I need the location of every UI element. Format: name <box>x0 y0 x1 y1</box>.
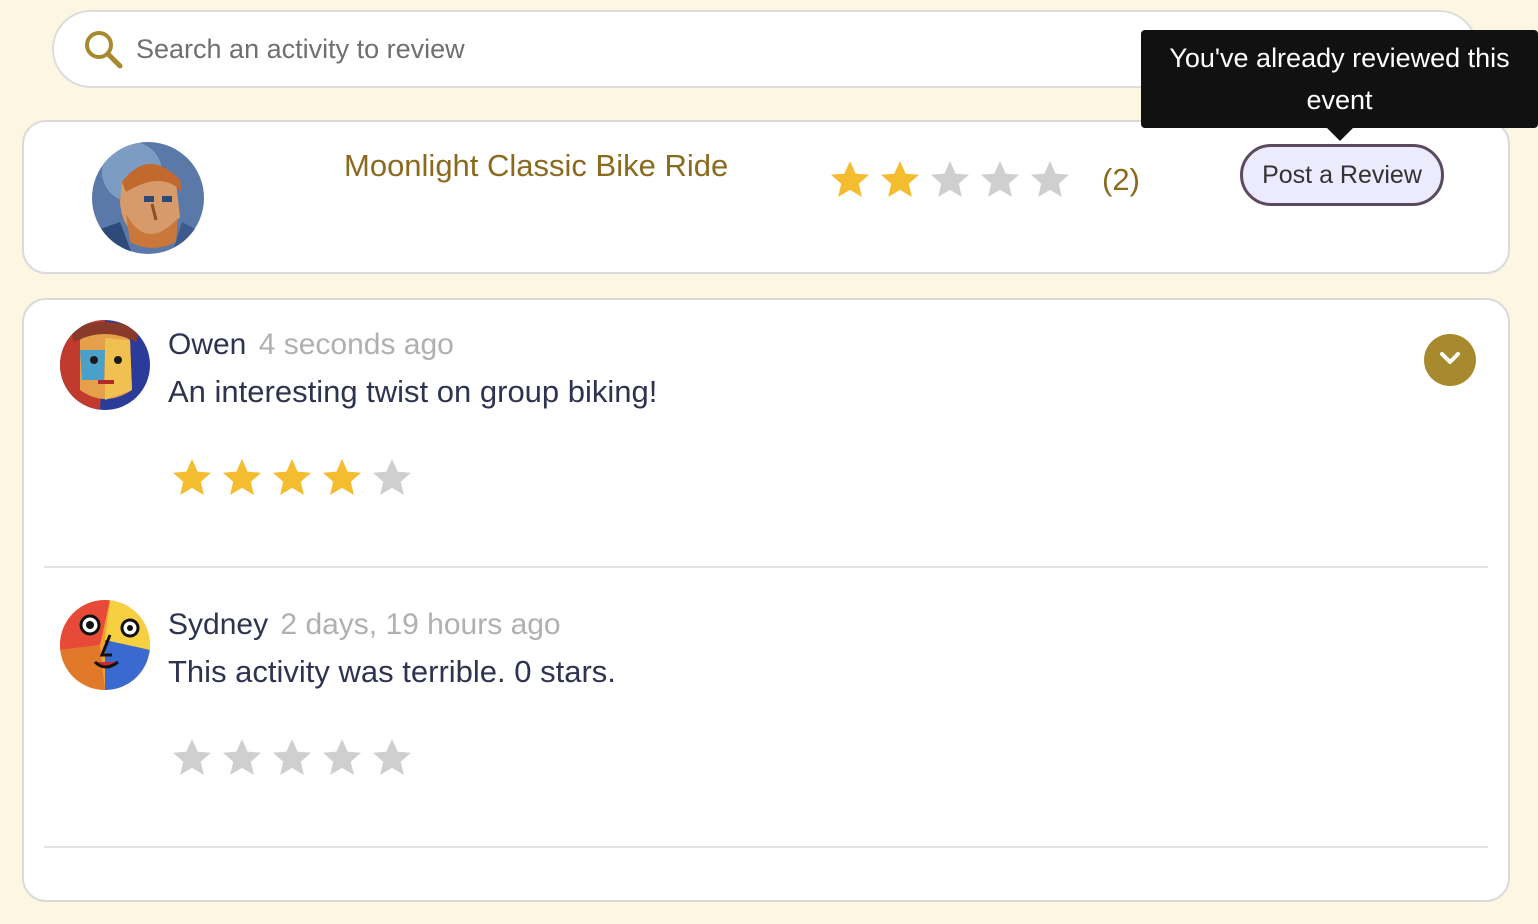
star-filled-icon <box>831 161 869 197</box>
star-filled-icon <box>323 459 361 495</box>
star-filled-icon <box>223 459 261 495</box>
review-rating-stars <box>170 736 414 780</box>
reviewer-name: Owen <box>168 328 247 361</box>
star-empty-icon <box>173 739 211 775</box>
star-empty-icon <box>223 739 261 775</box>
review-divider <box>44 846 1488 848</box>
review-count: (2) <box>1102 162 1140 197</box>
review-timestamp: 2 days, 19 hours ago <box>280 608 561 641</box>
review-item: Sydney 2 days, 19 hours ago This activit… <box>24 580 1508 848</box>
post-review-button[interactable]: Post a Review <box>1240 144 1444 206</box>
star-empty-icon <box>981 161 1019 197</box>
star-empty-icon <box>323 739 361 775</box>
star-filled-icon <box>173 459 211 495</box>
star-empty-icon <box>1031 161 1069 197</box>
reviews-list: Owen 4 seconds ago An interesting twist … <box>22 298 1510 902</box>
activity-card: Moonlight Classic Bike Ride (2) Post a R… <box>22 120 1510 274</box>
star-filled-icon <box>881 161 919 197</box>
reviewer-name: Sydney <box>168 608 269 641</box>
search-input[interactable] <box>136 33 1036 65</box>
review-timestamp: 4 seconds ago <box>258 328 454 361</box>
chevron-down-icon <box>1437 345 1463 376</box>
star-filled-icon <box>273 459 311 495</box>
cubist-face-avatar <box>60 320 150 410</box>
star-empty-icon <box>373 739 411 775</box>
star-empty-icon <box>373 459 411 495</box>
star-empty-icon <box>273 739 311 775</box>
review-text: An interesting twist on group biking! <box>168 374 658 409</box>
activity-rating-stars <box>828 158 1072 202</box>
review-item: Owen 4 seconds ago An interesting twist … <box>24 300 1508 568</box>
review-text: This activity was terrible. 0 stars. <box>168 654 616 689</box>
already-reviewed-tooltip: You've already reviewed this event <box>1141 30 1538 141</box>
pop-art-face-avatar <box>60 600 150 690</box>
review-divider <box>44 566 1488 568</box>
star-empty-icon <box>931 161 969 197</box>
search-icon <box>82 27 126 71</box>
review-rating-stars <box>170 456 414 500</box>
expand-review-button[interactable] <box>1424 334 1476 386</box>
painted-portrait-avatar <box>92 142 204 254</box>
activity-title: Moonlight Classic Bike Ride <box>344 148 729 183</box>
